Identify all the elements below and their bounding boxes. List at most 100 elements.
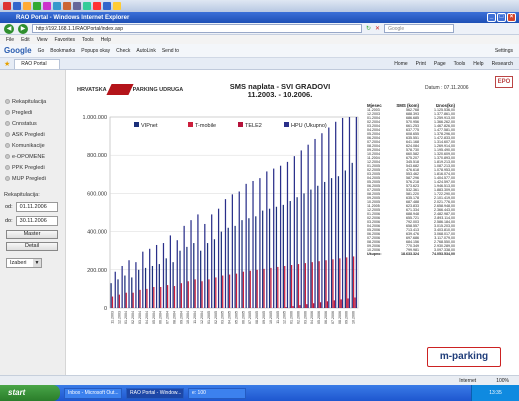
settings-button[interactable]: Settings bbox=[495, 48, 519, 54]
report-date: Datum : 07.11.2006 bbox=[425, 85, 469, 91]
app-icon[interactable] bbox=[83, 2, 91, 10]
app-icon[interactable] bbox=[63, 2, 71, 10]
x-tick-label: 02.2004 bbox=[131, 311, 135, 324]
bar-vipnet bbox=[227, 227, 229, 308]
app-icon[interactable] bbox=[13, 2, 21, 10]
menu-view[interactable]: View bbox=[37, 37, 48, 43]
app-icon[interactable] bbox=[103, 2, 111, 10]
bar-vipnet bbox=[151, 265, 154, 308]
app-icon[interactable] bbox=[53, 2, 61, 10]
stop-icon[interactable]: ✕ bbox=[375, 25, 380, 32]
bullet-icon bbox=[5, 99, 10, 104]
menu-tools[interactable]: Tools bbox=[82, 37, 94, 43]
chevron-down-icon[interactable]: ▼ bbox=[33, 259, 41, 267]
minimize-icon[interactable]: _ bbox=[487, 13, 496, 22]
tab-rao-portal[interactable]: RAO Portal bbox=[14, 58, 60, 69]
favorites-star-icon[interactable]: ★ bbox=[4, 60, 10, 68]
bookmarks-button[interactable]: Bookmarks bbox=[50, 48, 75, 54]
x-tick-label: 10.2005 bbox=[269, 311, 273, 324]
app-icon[interactable] bbox=[93, 2, 101, 10]
bullet-icon bbox=[5, 110, 10, 115]
bar-vipnet bbox=[234, 225, 236, 308]
sidebar-item-komunikacije[interactable]: Komunikacije bbox=[0, 140, 65, 151]
refresh-icon[interactable]: ↻ bbox=[366, 25, 371, 32]
taskbar-item-other[interactable]: e: 100 bbox=[188, 387, 246, 399]
help-button[interactable]: Help bbox=[473, 61, 483, 67]
menu-edit[interactable]: Edit bbox=[21, 37, 30, 43]
sidebar-item-ppk-pregledi[interactable]: PPK Pregledi bbox=[0, 162, 65, 173]
research-button[interactable]: Research bbox=[492, 61, 513, 67]
autolink-button[interactable]: AutoLink bbox=[136, 48, 155, 54]
x-tick-label: 03.2005 bbox=[221, 311, 225, 324]
taskbar-item-rao-portal[interactable]: RAO Portal - Window... bbox=[126, 387, 184, 399]
app-icon[interactable] bbox=[23, 2, 31, 10]
sidebar-item-pregledi[interactable]: Pregledi bbox=[0, 107, 65, 118]
search-input[interactable]: Google bbox=[384, 24, 455, 33]
menu-file[interactable]: File bbox=[6, 37, 14, 43]
bar-hpu bbox=[211, 214, 213, 308]
x-tick-label: 03.2004 bbox=[138, 311, 142, 324]
bar-hpu bbox=[300, 150, 302, 308]
print-button[interactable]: Print bbox=[416, 61, 426, 67]
sendto-button[interactable]: Send to bbox=[162, 48, 179, 54]
sidebar-item-mup-pregledi[interactable]: MUP Pregledi bbox=[0, 173, 65, 184]
google-go-button[interactable]: Go bbox=[38, 48, 45, 54]
maximize-icon[interactable]: □ bbox=[497, 13, 506, 22]
start-button[interactable]: start bbox=[0, 385, 60, 401]
bar-hpu bbox=[321, 133, 323, 308]
x-tick-label: 10.2006 bbox=[352, 311, 356, 324]
bullet-icon bbox=[5, 132, 10, 137]
date-from-input[interactable]: 01.11.2006 bbox=[15, 202, 58, 212]
bar-vipnet bbox=[193, 243, 195, 308]
bar-tmobile bbox=[160, 286, 162, 308]
bar-hpu bbox=[307, 144, 309, 308]
sidebar-item-e-opomene[interactable]: e-OPOMENE bbox=[0, 151, 65, 162]
bar-hpu bbox=[162, 243, 165, 308]
menu-favorites[interactable]: Favorites bbox=[54, 37, 75, 43]
bar-vipnet bbox=[186, 246, 188, 308]
date-to-label: do: bbox=[5, 218, 13, 224]
sidebar-item-cnnstatus[interactable]: Cnnstatus bbox=[0, 118, 65, 129]
y-tick-label: 1.000.000 bbox=[83, 115, 107, 121]
forward-icon[interactable]: ▶ bbox=[18, 23, 28, 34]
bar-vipnet bbox=[296, 197, 298, 308]
back-icon[interactable]: ◀ bbox=[4, 23, 14, 34]
bar-hpu bbox=[155, 244, 158, 308]
url-input[interactable]: http://192.168.1.1/RAOPortal/index.asp bbox=[32, 24, 362, 33]
bar-tmobile bbox=[111, 296, 114, 308]
zoom-level[interactable]: 100% bbox=[496, 378, 509, 384]
popups-button[interactable]: Popups okay bbox=[81, 48, 110, 54]
app-icon[interactable] bbox=[113, 2, 121, 10]
close-icon[interactable]: × bbox=[507, 13, 516, 22]
app-icon[interactable] bbox=[33, 2, 41, 10]
bar-vipnet bbox=[351, 162, 353, 308]
page-button[interactable]: Page bbox=[434, 61, 446, 67]
bar-tmobile bbox=[132, 292, 134, 308]
page-content: Rekapitulacija Pregledi Cnnstatus ASK Pr… bbox=[0, 70, 519, 375]
app-icon[interactable] bbox=[43, 2, 51, 10]
taskbar-item-outlook[interactable]: Inbox - Microsoft Out... bbox=[64, 387, 122, 399]
app-icon[interactable] bbox=[73, 2, 81, 10]
x-tick-label: 07.2006 bbox=[331, 311, 335, 324]
bar-hpu bbox=[245, 183, 247, 308]
sidebar-item-ask-pregledi[interactable]: ASK Pregledi bbox=[0, 129, 65, 140]
date-to-input[interactable]: 30.11.2006 bbox=[15, 216, 58, 226]
bar-tmobile bbox=[125, 292, 127, 308]
sidebar-item-rekapitulacija[interactable]: Rekapitulacija bbox=[0, 96, 65, 107]
master-button[interactable]: Master bbox=[6, 230, 58, 239]
bar-tmobile bbox=[318, 261, 320, 308]
home-button[interactable]: Home bbox=[394, 61, 407, 67]
app-icon[interactable] bbox=[3, 2, 11, 10]
y-tick-label: 800.000 bbox=[87, 153, 107, 159]
report-select[interactable]: Izaberi ▼ bbox=[6, 258, 42, 268]
tools-button[interactable]: Tools bbox=[454, 61, 466, 67]
bullet-icon bbox=[5, 154, 10, 159]
bar-tmobile bbox=[208, 279, 210, 308]
check-button[interactable]: Check bbox=[116, 48, 130, 54]
detail-button[interactable]: Detail bbox=[6, 242, 58, 251]
sidebar-section-title: Rekapitulacija: bbox=[4, 192, 40, 198]
x-tick-label: 07.2004 bbox=[166, 311, 170, 324]
bar-tmobile bbox=[297, 264, 300, 308]
bar-hpu bbox=[348, 117, 351, 308]
menu-help[interactable]: Help bbox=[101, 37, 111, 43]
